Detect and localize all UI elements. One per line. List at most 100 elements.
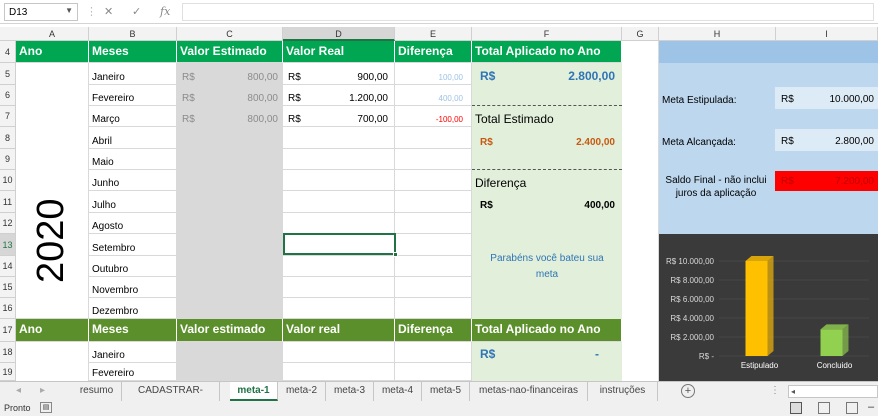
month-cell[interactable]: Dezembro <box>89 298 177 319</box>
month-cell[interactable]: Novembro <box>89 277 177 298</box>
column-header-e[interactable]: E <box>395 27 472 41</box>
meta-alcancada-cell[interactable]: R$ 2.800,00 <box>775 129 878 151</box>
real-cell[interactable] <box>283 170 395 191</box>
estimated-cell[interactable] <box>177 191 283 213</box>
difference-cell[interactable] <box>395 298 472 319</box>
month-cell[interactable]: Fevereiro <box>89 363 177 381</box>
normal-view-icon[interactable] <box>790 402 802 414</box>
function-icon[interactable]: fx <box>160 5 170 18</box>
tab-resumo[interactable]: resumo <box>72 382 122 401</box>
real-cell[interactable]: R$ 1.200,00 <box>283 85 395 106</box>
difference-cell[interactable] <box>395 170 472 191</box>
estimated-cell[interactable] <box>177 277 283 298</box>
difference-cell[interactable] <box>395 256 472 277</box>
row-header-13[interactable]: 13 <box>0 234 16 256</box>
difference-cell[interactable] <box>395 127 472 149</box>
column-header-h[interactable]: H <box>659 27 776 41</box>
year-cell-2[interactable] <box>16 342 89 381</box>
month-cell[interactable]: Fevereiro <box>89 85 177 106</box>
real-cell[interactable] <box>283 298 395 319</box>
month-cell[interactable]: Outubro <box>89 256 177 277</box>
macro-record-icon[interactable]: ▤ <box>40 402 52 413</box>
page-layout-icon[interactable] <box>818 402 830 414</box>
real-cell[interactable] <box>283 363 395 381</box>
row-header-17[interactable]: 17 <box>0 319 16 342</box>
tab-scroll-left-icon[interactable]: ◂ <box>16 385 21 396</box>
horizontal-scrollbar[interactable]: ◂ <box>788 385 878 398</box>
month-cell[interactable]: Janeiro <box>89 63 177 85</box>
row-header-18[interactable]: 18 <box>0 342 16 363</box>
page-break-icon[interactable] <box>846 402 858 414</box>
header2-valor-real[interactable]: Valor real <box>283 319 395 342</box>
row-header-4[interactable]: 4 <box>0 41 16 63</box>
estimated-cell[interactable] <box>177 127 283 149</box>
real-cell[interactable] <box>283 191 395 213</box>
header2-total-aplicado[interactable]: Total Aplicado no Ano <box>472 319 622 342</box>
name-box[interactable]: D13 ▼ <box>4 3 78 21</box>
selected-cell[interactable] <box>283 233 398 257</box>
fill-handle[interactable] <box>393 252 398 257</box>
column-header-c[interactable]: C <box>177 27 283 41</box>
estimado-value[interactable]: 2.400,00 <box>576 137 615 148</box>
month-cell[interactable]: Março <box>89 106 177 127</box>
header-valor-estimado[interactable]: Valor Estimado <box>177 41 283 63</box>
tab-scroll-right-icon[interactable]: ▸ <box>40 385 45 396</box>
estimated-cell[interactable] <box>177 298 283 319</box>
difference-cell[interactable]: -100,00 <box>395 106 472 127</box>
month-cell[interactable]: Abril <box>89 127 177 149</box>
difference-cell[interactable] <box>395 234 472 256</box>
confirm-icon[interactable]: ✓ <box>132 5 141 18</box>
row-header-15[interactable]: 15 <box>0 277 16 298</box>
tab-meta-5[interactable]: meta-5 <box>422 382 470 401</box>
difference-cell[interactable]: 100,00 <box>395 63 472 85</box>
bar-estipulado[interactable] <box>745 261 768 356</box>
real-cell[interactable]: R$ 700,00 <box>283 106 395 127</box>
estimated-cell[interactable] <box>177 342 283 363</box>
difference-cell[interactable] <box>395 149 472 170</box>
estimated-cell[interactable] <box>177 234 283 256</box>
difference-cell[interactable] <box>395 363 472 381</box>
diferenca-value[interactable]: 400,00 <box>584 200 615 211</box>
real-cell[interactable] <box>283 149 395 170</box>
real-cell[interactable] <box>283 256 395 277</box>
row-header-9[interactable]: 9 <box>0 149 16 170</box>
row-header-12[interactable]: 12 <box>0 213 16 234</box>
tab-meta-2[interactable]: meta-2 <box>278 382 326 401</box>
month-cell[interactable]: Junho <box>89 170 177 191</box>
bar-concluido[interactable] <box>820 329 843 356</box>
total2-value[interactable]: - <box>595 347 599 361</box>
real-cell[interactable] <box>283 342 395 363</box>
header-total-aplicado[interactable]: Total Aplicado no Ano <box>472 41 622 63</box>
row-header-19[interactable]: 19 <box>0 363 16 381</box>
meta-estipulada-cell[interactable]: R$ 10.000,00 <box>775 87 878 109</box>
zoom-out-icon[interactable]: – <box>868 401 874 413</box>
header2-valor-estimado[interactable]: Valor estimado <box>177 319 283 342</box>
month-cell[interactable]: Julho <box>89 191 177 213</box>
row-header-11[interactable]: 11 <box>0 191 16 213</box>
column-header-b[interactable]: B <box>89 27 177 41</box>
row-header-6[interactable]: 6 <box>0 85 16 106</box>
estimated-cell[interactable] <box>177 170 283 191</box>
header2-ano[interactable]: Ano <box>16 319 89 342</box>
formula-input[interactable] <box>182 3 874 21</box>
add-sheet-icon[interactable]: + <box>681 384 695 398</box>
estimated-cell[interactable]: R$ 800,00 <box>177 63 283 85</box>
header-ano[interactable]: Ano <box>16 41 89 63</box>
column-header-d[interactable]: D <box>283 27 395 41</box>
scroll-left-icon[interactable]: ◂ <box>789 387 795 396</box>
difference-cell[interactable] <box>395 277 472 298</box>
header2-meses[interactable]: Meses <box>89 319 177 342</box>
tab-meta-4[interactable]: meta-4 <box>374 382 422 401</box>
column-header-a[interactable]: A <box>16 27 89 41</box>
row-header-16[interactable]: 16 <box>0 298 16 319</box>
total-value[interactable]: 2.800,00 <box>568 69 615 83</box>
column-header-f[interactable]: F <box>472 27 622 41</box>
month-cell[interactable]: Maio <box>89 149 177 170</box>
row-header-8[interactable]: 8 <box>0 127 16 149</box>
real-cell[interactable] <box>283 277 395 298</box>
header2-diferenca[interactable]: Diferença <box>395 319 472 342</box>
tab-instru-es[interactable]: instruções <box>588 382 658 401</box>
row-header-10[interactable]: 10 <box>0 170 16 191</box>
tab-meta-1[interactable]: meta-1 <box>230 382 278 401</box>
month-cell[interactable]: Janeiro <box>89 342 177 363</box>
